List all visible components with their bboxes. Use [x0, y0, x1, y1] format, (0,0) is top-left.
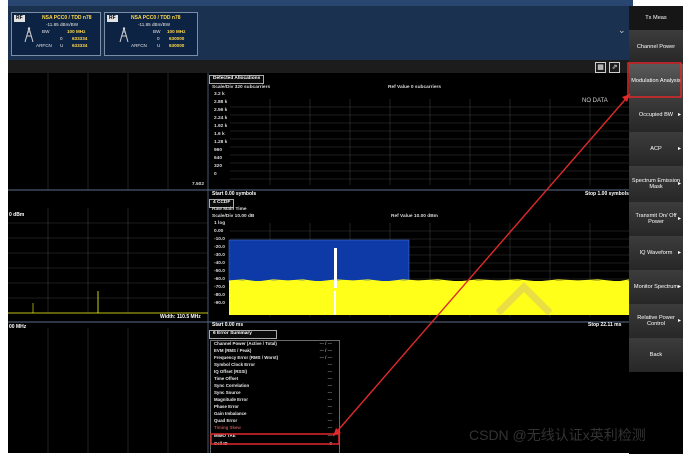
annotation-arrow-line — [332, 93, 631, 437]
csdn-watermark: CSDN @无线认证x英利检测 — [469, 427, 646, 443]
screenshot: RF NSA PCC0 / TDD n78 -11.85 dBm/BW BW 1… — [0, 0, 694, 460]
annotation-overlay — [210, 62, 682, 445]
highlight-box-mimo-tae — [210, 433, 340, 445]
highlight-box-modulation-analysis — [627, 62, 682, 98]
